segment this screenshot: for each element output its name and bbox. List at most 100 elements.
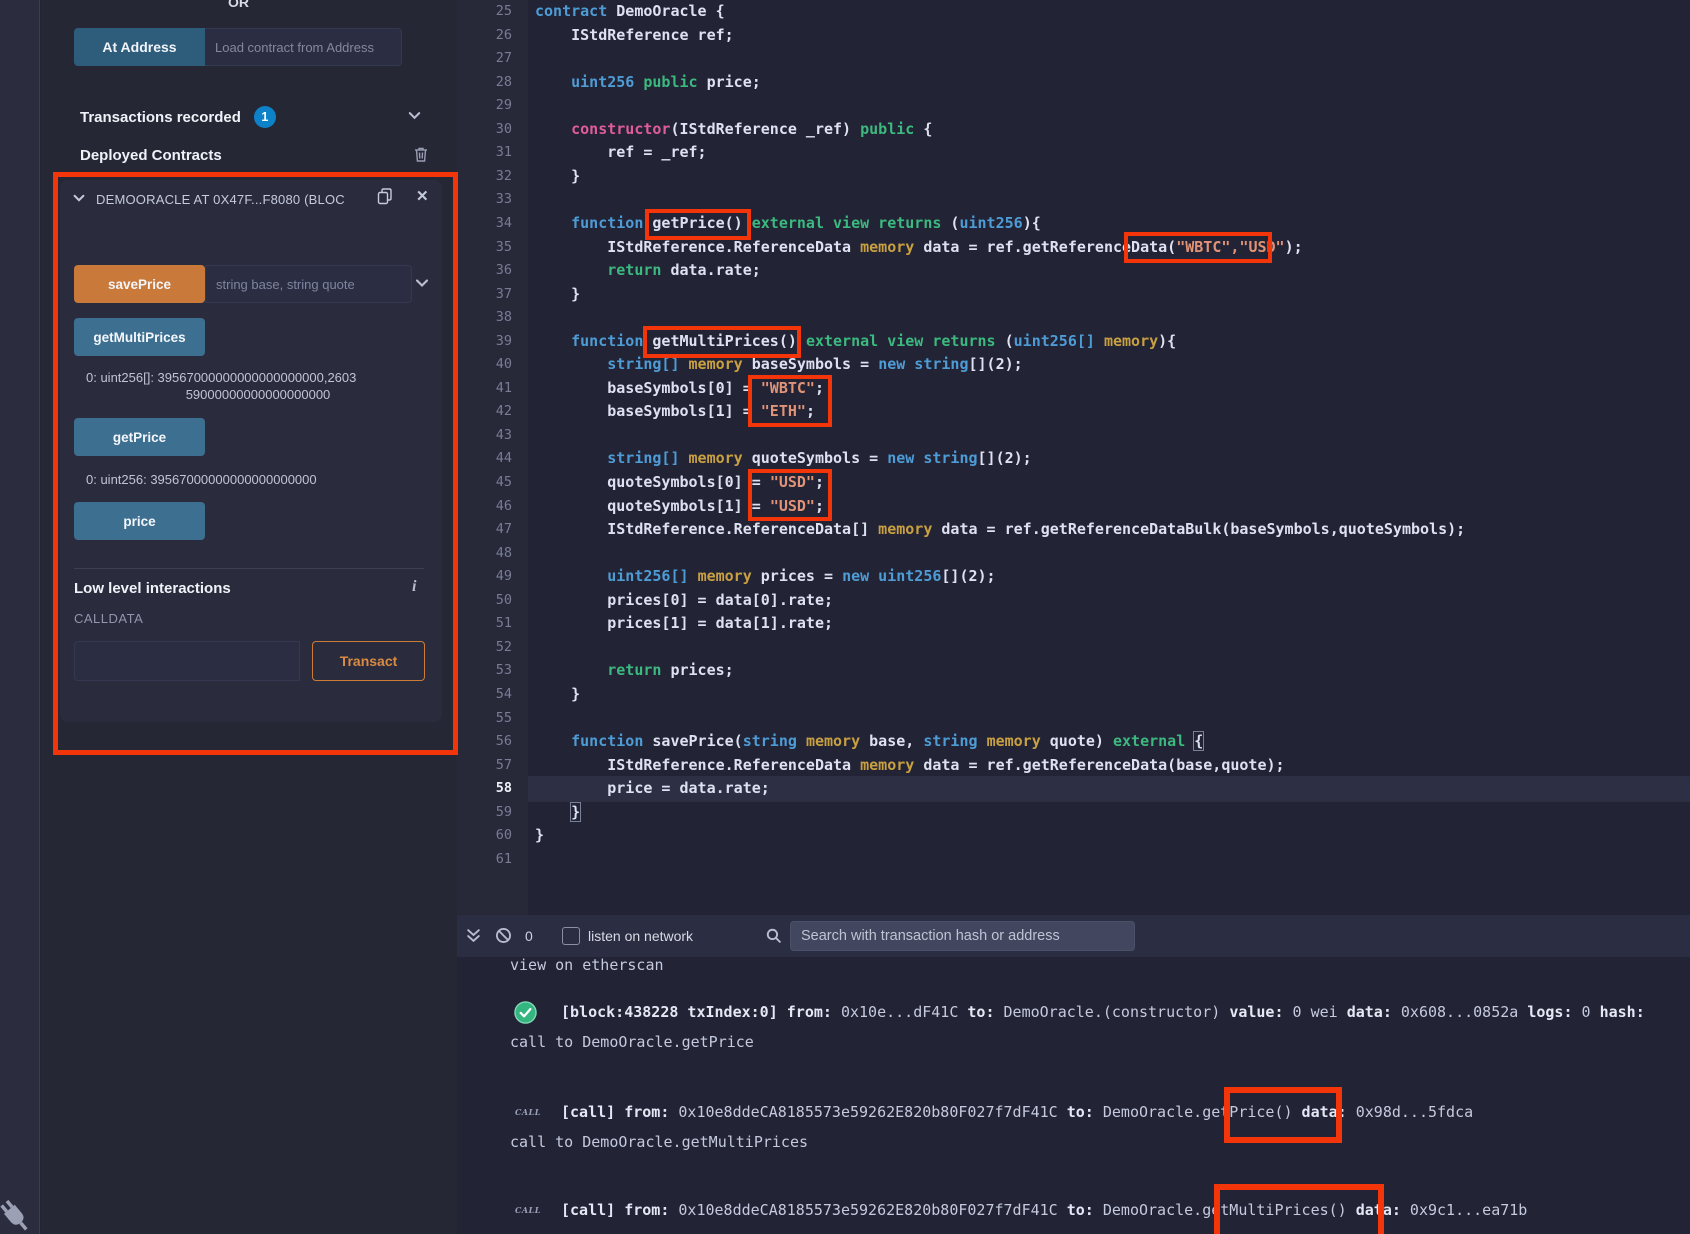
chevron-down-icon[interactable] xyxy=(407,108,422,128)
code-line[interactable]: IStdReference ref; xyxy=(528,24,1690,48)
gutter-line-number: 32 xyxy=(496,165,512,189)
collapse-terminal-icon[interactable] xyxy=(465,927,482,949)
code-line[interactable] xyxy=(528,94,1690,118)
code-line[interactable]: prices[0] = data[0].rate; xyxy=(528,589,1690,613)
gutter-line-number: 30 xyxy=(496,118,512,142)
code-line[interactable]: prices[1] = data[1].rate; xyxy=(528,612,1690,636)
code-line[interactable]: quoteSymbols[0] = "USD"; xyxy=(528,471,1690,495)
code-line[interactable]: IStdReference.ReferenceData memory data … xyxy=(528,754,1690,778)
icon-panel-strip xyxy=(0,0,40,1234)
save-price-args-input[interactable] xyxy=(205,265,412,303)
info-icon[interactable]: i xyxy=(412,578,416,596)
get-multi-prices-button[interactable]: getMultiPrices xyxy=(74,318,205,356)
gutter-line-number: 27 xyxy=(496,47,512,71)
code-line[interactable]: } xyxy=(528,824,1690,848)
transactions-count-badge: 1 xyxy=(254,106,276,128)
terminal-info-line[interactable]: call to DemoOracle.getPrice xyxy=(510,1032,754,1052)
terminal-log-row[interactable]: [call] from: 0x10e8ddeCA8185573e59262E82… xyxy=(561,1102,1473,1122)
code-line[interactable]: string[] memory quoteSymbols = new strin… xyxy=(528,447,1690,471)
gutter-line-number: 57 xyxy=(496,754,512,778)
code-line[interactable]: price = data.rate; xyxy=(528,777,1690,801)
save-price-button[interactable]: savePrice xyxy=(74,265,205,303)
code-line[interactable]: } xyxy=(528,801,1690,825)
copy-icon[interactable] xyxy=(376,187,394,211)
gutter-line-number: 48 xyxy=(496,542,512,566)
transact-button[interactable]: Transact xyxy=(312,641,425,681)
gutter-line-number: 41 xyxy=(496,377,512,401)
code-line[interactable]: return prices; xyxy=(528,659,1690,683)
deployed-contracts-label: Deployed Contracts xyxy=(80,147,222,164)
or-separator-label: OR xyxy=(228,0,249,10)
gutter-line-number: 25 xyxy=(496,0,512,24)
terminal-log-row[interactable]: [block:438228 txIndex:0] from: 0x10e...d… xyxy=(561,1002,1645,1022)
gutter-line-number: 40 xyxy=(496,353,512,377)
gutter-line-number: 46 xyxy=(496,495,512,519)
transactions-recorded-label: Transactions recorded xyxy=(80,109,241,126)
deployed-contract-card: DEMOORACLE AT 0X47F...F8080 (BLOC ✕ save… xyxy=(60,180,442,722)
chevron-down-icon[interactable] xyxy=(414,275,430,296)
gutter-line-number: 36 xyxy=(496,259,512,283)
code-line[interactable]: constructor(IStdReference _ref) public { xyxy=(528,118,1690,142)
code-line[interactable]: function getMultiPrices() external view … xyxy=(528,330,1690,354)
code-line[interactable] xyxy=(528,47,1690,71)
code-line[interactable] xyxy=(528,424,1690,448)
code-line[interactable] xyxy=(528,306,1690,330)
price-button[interactable]: price xyxy=(74,502,205,540)
low-level-interactions-label: Low level interactions xyxy=(74,580,231,597)
code-line[interactable]: } xyxy=(528,683,1690,707)
code-line[interactable]: } xyxy=(528,283,1690,307)
gutter-line-number: 61 xyxy=(496,848,512,872)
terminal-info-line[interactable]: call to DemoOracle.getMultiPrices xyxy=(510,1132,808,1152)
gutter-line-number: 45 xyxy=(496,471,512,495)
terminal-toolbar: 0 listen on network xyxy=(457,915,1690,957)
at-address-button[interactable]: At Address xyxy=(74,28,205,66)
load-contract-address-input[interactable] xyxy=(205,28,402,66)
code-line[interactable]: uint256 public price; xyxy=(528,71,1690,95)
code-line[interactable]: ref = _ref; xyxy=(528,141,1690,165)
code-line[interactable] xyxy=(528,848,1690,872)
gutter-line-number: 34 xyxy=(496,212,512,236)
code-line[interactable] xyxy=(528,636,1690,660)
code-line[interactable] xyxy=(528,542,1690,566)
code-line[interactable]: baseSymbols[0] = "WBTC"; xyxy=(528,377,1690,401)
code-line[interactable]: string[] memory baseSymbols = new string… xyxy=(528,353,1690,377)
code-line[interactable]: quoteSymbols[1] = "USD"; xyxy=(528,495,1690,519)
gutter-line-number: 42 xyxy=(496,400,512,424)
get-multi-prices-output: 0: uint256[]: 39567000000000000000000,26… xyxy=(86,370,430,403)
gutter-line-number: 43 xyxy=(496,424,512,448)
deployed-contracts-row: Deployed Contracts xyxy=(80,147,222,165)
code-line[interactable]: uint256[] memory prices = new uint256[](… xyxy=(528,565,1690,589)
code-line[interactable]: return data.rate; xyxy=(528,259,1690,283)
code-line[interactable]: function getPrice() external view return… xyxy=(528,212,1690,236)
call-badge: CALL xyxy=(515,1205,541,1215)
chevron-down-icon[interactable] xyxy=(72,191,86,210)
close-icon[interactable]: ✕ xyxy=(416,187,429,205)
editor-gutter: 2526272829303132333435363738394041424344… xyxy=(457,0,528,915)
gutter-line-number: 35 xyxy=(496,236,512,260)
transactions-recorded-row: Transactions recorded 1 xyxy=(80,106,276,128)
plugin-manager-icon[interactable] xyxy=(0,1195,36,1234)
listen-on-network-checkbox[interactable] xyxy=(562,927,580,945)
terminal-log-row[interactable]: [call] from: 0x10e8ddeCA8185573e59262E82… xyxy=(561,1200,1527,1220)
gutter-line-number: 49 xyxy=(496,565,512,589)
calldata-input[interactable] xyxy=(74,641,300,681)
get-price-button[interactable]: getPrice xyxy=(74,418,205,456)
code-line[interactable] xyxy=(528,188,1690,212)
terminal-info-line[interactable]: view on etherscan xyxy=(510,955,664,975)
code-line[interactable]: contract DemoOracle { xyxy=(528,0,1690,24)
code-line[interactable]: } xyxy=(528,165,1690,189)
deployed-contract-header[interactable]: DEMOORACLE AT 0X47F...F8080 (BLOC ✕ xyxy=(60,180,442,214)
listen-on-network-label: listen on network xyxy=(588,928,693,944)
code-line[interactable]: baseSymbols[1] = "ETH"; xyxy=(528,400,1690,424)
clear-console-icon[interactable] xyxy=(495,927,512,949)
success-check-icon[interactable] xyxy=(514,1001,537,1024)
code-line[interactable] xyxy=(528,707,1690,731)
code-line[interactable]: function savePrice(string memory base, s… xyxy=(528,730,1690,754)
gutter-line-number: 59 xyxy=(496,801,512,825)
code-line[interactable]: IStdReference.ReferenceData memory data … xyxy=(528,236,1690,260)
code-editor[interactable]: 2526272829303132333435363738394041424344… xyxy=(457,0,1690,915)
trash-icon[interactable] xyxy=(413,146,429,168)
terminal-search-input[interactable] xyxy=(790,921,1135,951)
deployed-contract-title: DEMOORACLE AT 0X47F...F8080 (BLOC xyxy=(96,192,374,207)
code-line[interactable]: IStdReference.ReferenceData[] memory dat… xyxy=(528,518,1690,542)
